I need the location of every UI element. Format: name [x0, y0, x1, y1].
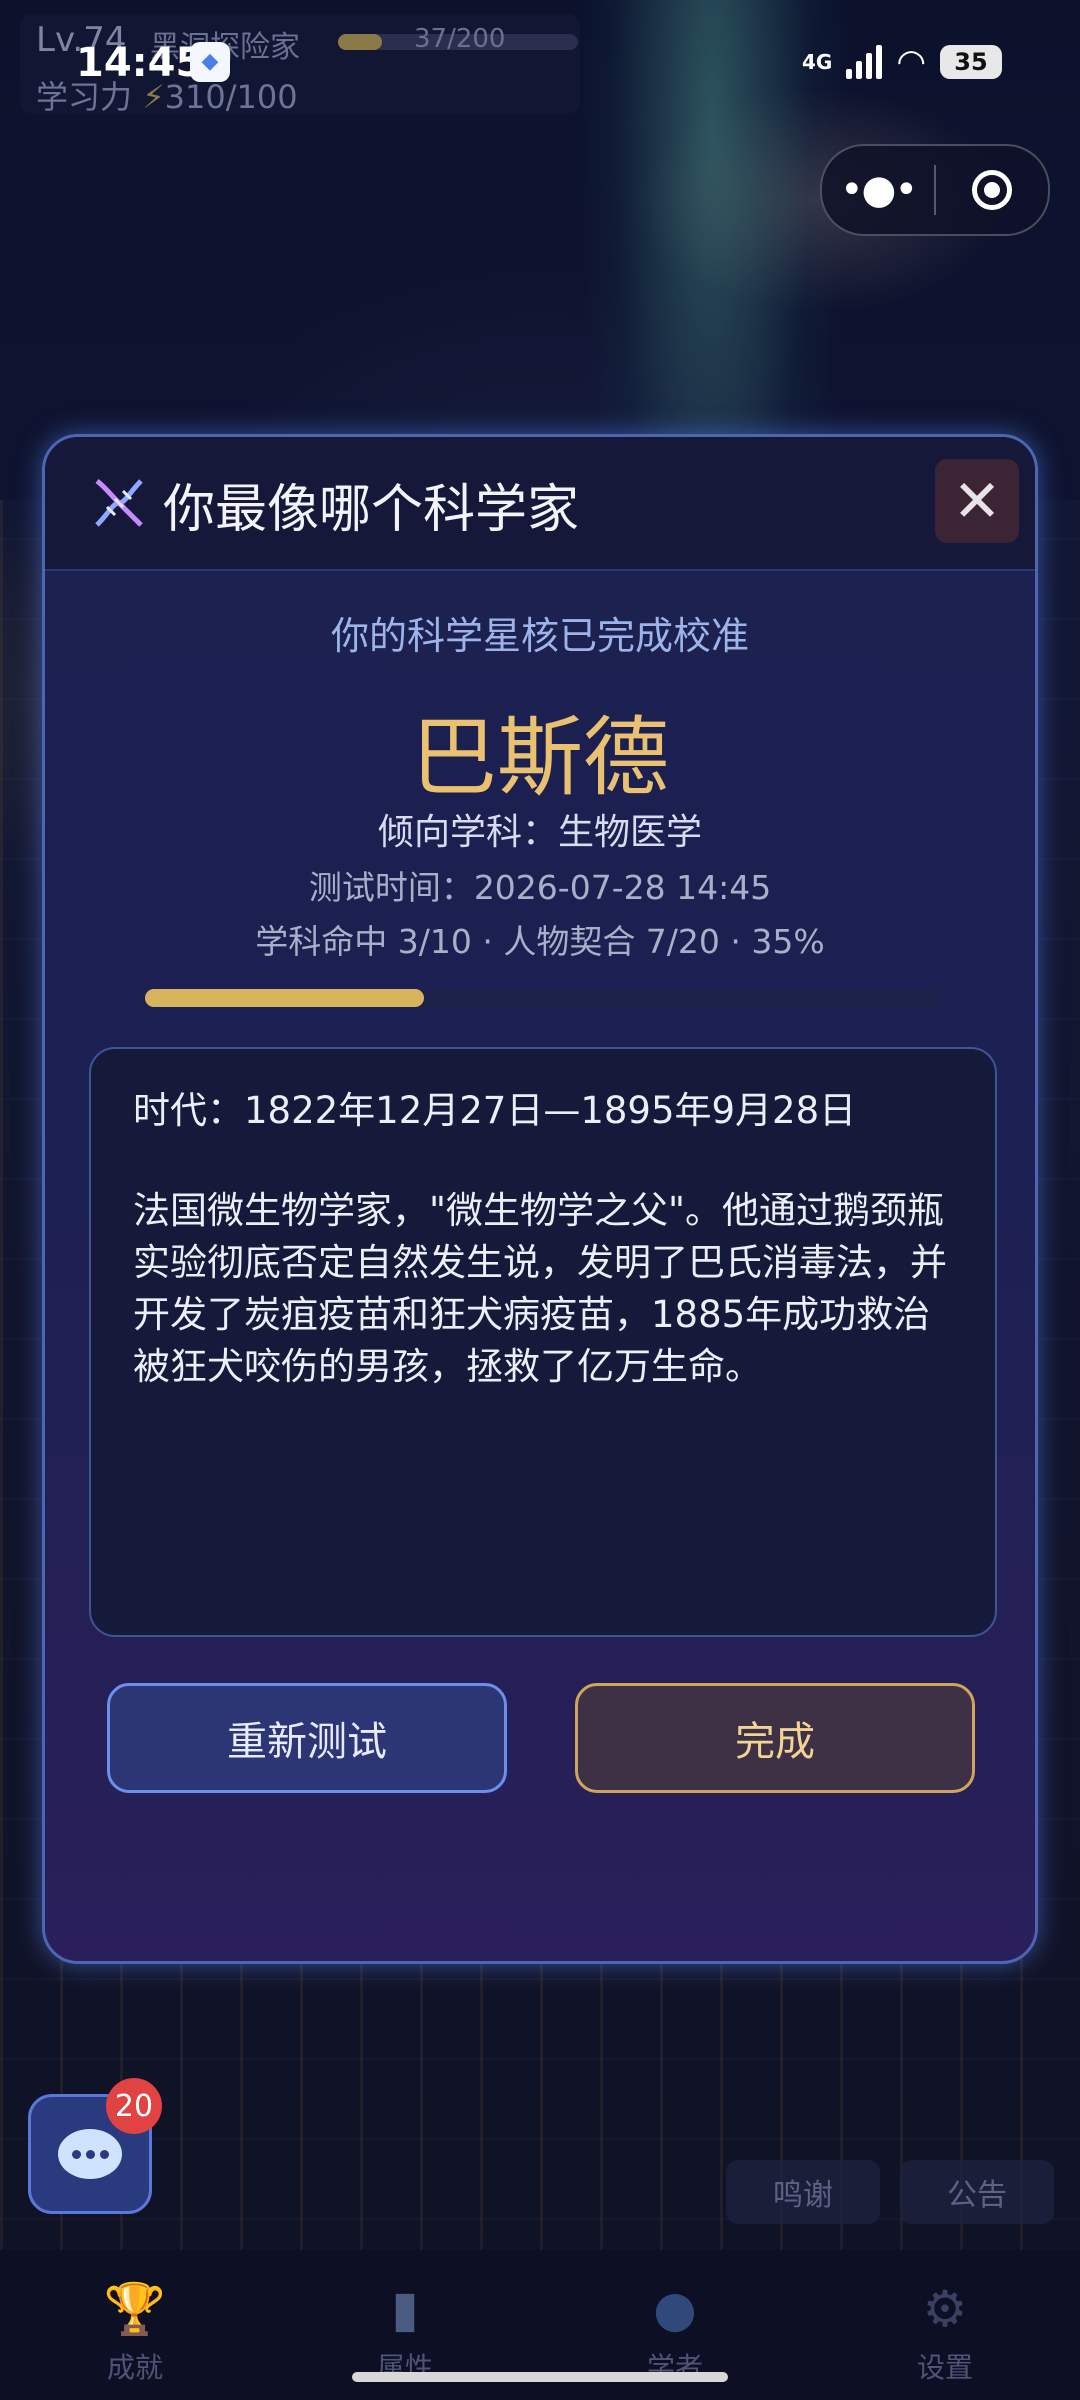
dna-icon — [95, 479, 143, 527]
modal-title: 你最像哪个科学家 — [163, 480, 580, 540]
person-icon: ● — [653, 2280, 697, 2338]
notice-button[interactable]: 公告 — [900, 2160, 1054, 2224]
xp-bar-fill — [338, 34, 383, 50]
home-indicator — [352, 2372, 728, 2382]
match-progress-fill — [145, 989, 424, 1007]
result-subtitle: 你的科学星核已完成校准 — [330, 614, 749, 658]
status-indicators: 4G ◠ 35 — [802, 40, 1002, 84]
scientist-description-box: 时代：1822年12月27日—1895年9月28日 法国微生物学家，"微生物学之… — [89, 1047, 997, 1637]
close-button[interactable]: ✕ — [935, 459, 1019, 543]
done-button[interactable]: 完成 — [575, 1683, 975, 1793]
battery-icon: 35 — [940, 45, 1002, 79]
chat-bubble-icon — [58, 2129, 122, 2179]
result-modal: 你最像哪个科学家 ✕ 你的科学星核已完成校准 巴斯德 倾向学科：生物医学 测试时… — [42, 434, 1038, 1964]
retry-button[interactable]: 重新测试 — [107, 1683, 507, 1793]
more-icon[interactable]: •●• — [822, 167, 934, 213]
close-miniprogram-button[interactable] — [936, 170, 1048, 210]
match-stats: 学科命中 3/10 · 人物契合 7/20 · 35% — [255, 922, 825, 961]
scientist-name: 巴斯德 — [411, 708, 669, 808]
xp-text: 37/200 — [414, 24, 506, 54]
chart-icon: ▮ — [391, 2280, 419, 2338]
close-icon: ✕ — [952, 467, 1002, 535]
signal-icon — [846, 45, 883, 79]
scientist-bio: 法国微生物学家，"微生物学之父"。他通过鹅颈瓶实验彻底否定自然发生说，发明了巴氏… — [133, 1189, 947, 1388]
gear-icon: ⚙ — [922, 2280, 968, 2338]
network-type: 4G — [801, 50, 833, 74]
thanks-button[interactable]: 鸣谢 — [726, 2160, 880, 2224]
target-icon — [972, 170, 1012, 210]
test-time: 测试时间：2026-07-28 14:45 — [308, 868, 772, 907]
chat-unread-badge: 20 — [106, 2078, 162, 2134]
match-progress-bar — [145, 989, 941, 1007]
miniprogram-capsule: •●• — [820, 144, 1050, 236]
app-notification-icon: ◆ — [190, 42, 230, 82]
tab-settings[interactable]: ⚙ 设置 — [810, 2250, 1080, 2400]
scientist-era: 时代：1822年12月27日—1895年9月28日 — [133, 1089, 857, 1132]
trophy-icon: 🏆 — [103, 2280, 167, 2338]
field-tendency: 倾向学科：生物医学 — [377, 812, 702, 853]
tab-label: 成就 — [106, 2351, 163, 2384]
status-time: 14:45 — [76, 40, 204, 86]
wifi-icon: ◠ — [896, 42, 926, 82]
tab-achievements[interactable]: 🏆 成就 — [0, 2250, 270, 2400]
modal-header: 你最像哪个科学家 ✕ — [45, 437, 1035, 571]
tab-label: 设置 — [916, 2351, 973, 2384]
